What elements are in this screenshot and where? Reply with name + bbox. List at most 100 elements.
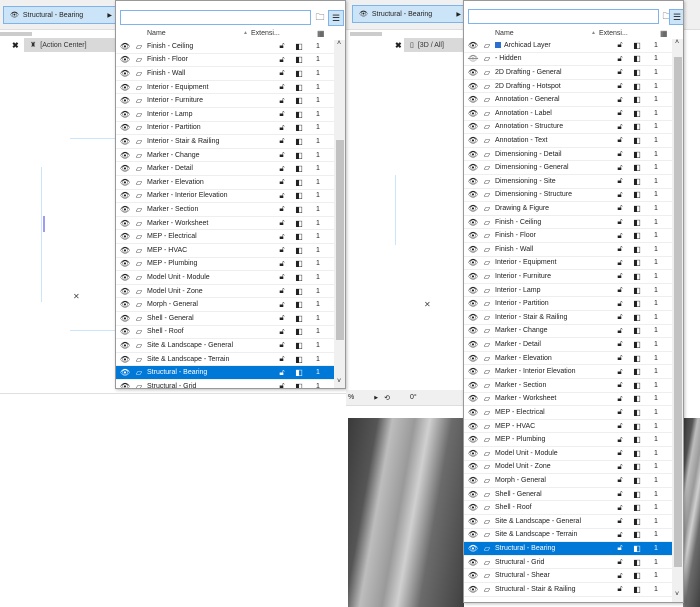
layer-row[interactable]: 👁 ▱ Finish - Ceiling 🔓︎ ◧ 1 [464,216,672,230]
layer-wireframe-icon[interactable]: ▱ [481,544,493,553]
intersection-group-number[interactable]: 1 [312,192,324,199]
lock-icon[interactable]: 🔓︎ [614,67,626,77]
solid-operations-icon[interactable]: ◧ [631,82,643,91]
intersection-group-number[interactable]: 1 [312,328,324,335]
eye-icon[interactable]: 👁 [119,151,131,160]
solid-operations-icon[interactable]: ◧ [631,299,643,308]
lock-icon[interactable]: 🔓︎ [276,259,288,269]
lock-icon[interactable]: 🔓︎ [614,149,626,159]
layer-wireframe-icon[interactable]: ▱ [481,122,493,131]
layer-search-input[interactable] [120,10,311,25]
layer-row[interactable]: 👁 ▱ 2D Drafting - General 🔓︎ ◧ 1 [464,66,672,80]
eye-icon[interactable]: 👁 [119,123,131,132]
layer-wireframe-icon[interactable]: ▱ [133,205,145,214]
layer-row[interactable]: 👁 ▱ Marker - Change 🔓︎ ◧ 1 [116,149,334,163]
solid-operations-icon[interactable]: ◧ [293,327,305,336]
intersection-group-number[interactable]: 1 [312,260,324,267]
intersection-group-number[interactable]: 1 [312,342,324,349]
eye-icon[interactable]: 👁 [119,287,131,296]
solid-operations-icon[interactable]: ◧ [293,137,305,146]
layer-row[interactable]: 👁 ▱ Morph - General 🔓︎ ◧ 1 [116,298,334,312]
eye-icon[interactable]: 👁 [467,245,479,254]
layer-wireframe-icon[interactable]: ▱ [481,503,493,512]
lock-icon[interactable]: 🔓︎ [614,190,626,200]
layer-row[interactable]: 👁 ▱ Interior - Partition 🔓︎ ◧ 1 [116,122,334,136]
lock-icon[interactable]: 🔓︎ [614,54,626,64]
solid-operations-icon[interactable]: ◧ [631,204,643,213]
layer-wireframe-icon[interactable]: ▱ [481,95,493,104]
layer-wireframe-icon[interactable]: ▱ [481,367,493,376]
eye-icon[interactable]: 👁 [119,300,131,309]
layer-wireframe-icon[interactable]: ▱ [481,517,493,526]
lock-icon[interactable]: 🔓︎ [614,543,626,553]
lock-icon[interactable]: 🔓︎ [276,68,288,78]
layer-wireframe-icon[interactable]: ▱ [481,109,493,118]
layer-row[interactable]: 👁 ▱ Site & Landscape - General 🔓︎ ◧ 1 [464,515,672,529]
eye-icon[interactable]: 👁 [467,122,479,131]
intersection-group-number[interactable]: 1 [650,545,662,552]
solid-operations-icon[interactable]: ◧ [631,163,643,172]
eye-icon[interactable]: 👁 [119,191,131,200]
eye-icon[interactable]: 👁 [467,68,479,77]
eye-icon[interactable]: 👁 [119,259,131,268]
layer-wireframe-icon[interactable]: ▱ [133,164,145,173]
lock-icon[interactable]: 🔓︎ [614,244,626,254]
layer-wireframe-icon[interactable]: ▱ [133,137,145,146]
layer-wireframe-icon[interactable]: ▱ [481,82,493,91]
layer-row[interactable]: 👁 ▱ Annotation - Label 🔓︎ ◧ 1 [464,107,672,121]
layer-row[interactable]: 👁 ▱ Shell - Roof 🔓︎ ◧ 1 [464,501,672,515]
intersection-group-number[interactable]: 1 [650,110,662,117]
eye-icon[interactable]: 👁 [467,354,479,363]
solid-operations-icon[interactable]: ◧ [631,354,643,363]
intersection-group-number[interactable]: 1 [650,531,662,538]
intersection-group-number[interactable]: 1 [312,124,324,131]
eye-icon[interactable]: 👁 [467,408,479,417]
solid-operations-icon[interactable]: ◧ [631,41,643,50]
lock-icon[interactable]: 🔓︎ [614,394,626,404]
intersection-group-number[interactable]: 1 [650,518,662,525]
layer-wireframe-icon[interactable]: ▱ [481,150,493,159]
solid-operations-icon[interactable]: ◧ [293,42,305,51]
lock-icon[interactable]: 🔓︎ [614,407,626,417]
intersection-group-number[interactable]: 1 [312,97,324,104]
eye-icon[interactable]: 👁 [119,219,131,228]
solid-operations-icon[interactable]: ◧ [293,246,305,255]
intersection-group-number[interactable]: 1 [312,247,324,254]
eye-icon[interactable]: 👁 [467,340,479,349]
intersection-group-number[interactable]: 1 [650,287,662,294]
layer-wireframe-icon[interactable]: ▱ [481,190,493,199]
layer-wireframe-icon[interactable]: ▱ [133,123,145,132]
layer-wireframe-icon[interactable]: ▱ [481,245,493,254]
layer-row[interactable]: 👁 ▱ Structural - Bearing 🔓︎ ◧ 1 [116,366,334,380]
lock-icon[interactable]: 🔓︎ [614,326,626,336]
solid-operations-icon[interactable]: ◧ [293,355,305,364]
layer-wireframe-icon[interactable]: ▱ [133,300,145,309]
layer-row[interactable]: 👁 ▱ Model Unit - Module 🔓︎ ◧ 1 [116,271,334,285]
solid-operations-icon[interactable]: ◧ [631,313,643,322]
eye-icon[interactable]: 👁 [467,381,479,390]
layer-wireframe-icon[interactable]: ▱ [481,354,493,363]
intersection-group-number[interactable]: 1 [312,274,324,281]
intersection-group-number[interactable]: 1 [650,191,662,198]
intersection-group-number[interactable]: 1 [312,179,324,186]
layer-selector-button-right[interactable]: 👁 Structural - Bearing ▶ [352,5,465,23]
intersection-group-number[interactable]: 1 [650,559,662,566]
eye-icon[interactable]: 👁 [467,517,479,526]
lock-icon[interactable]: 🔓︎ [276,123,288,133]
lock-icon[interactable]: 🔓︎ [614,475,626,485]
intersection-group-number[interactable]: 1 [312,165,324,172]
solid-operations-icon[interactable]: ◧ [293,300,305,309]
layer-wireframe-icon[interactable]: ▱ [481,286,493,295]
layer-wireframe-icon[interactable]: ▱ [481,136,493,145]
layer-wireframe-icon[interactable]: ▱ [133,55,145,64]
eye-icon[interactable]: 👁 [467,231,479,240]
solid-operations-icon[interactable]: ◧ [293,123,305,132]
intersection-group-number[interactable]: 1 [650,327,662,334]
layer-wireframe-icon[interactable]: ▱ [481,422,493,431]
intersection-group-number[interactable]: 1 [650,491,662,498]
lock-icon[interactable]: 🔓︎ [614,530,626,540]
layer-wireframe-icon[interactable]: ▱ [481,381,493,390]
solid-operations-icon[interactable]: ◧ [293,382,305,388]
lock-icon[interactable]: 🔓︎ [276,272,288,282]
layer-wireframe-icon[interactable]: ▱ [481,476,493,485]
